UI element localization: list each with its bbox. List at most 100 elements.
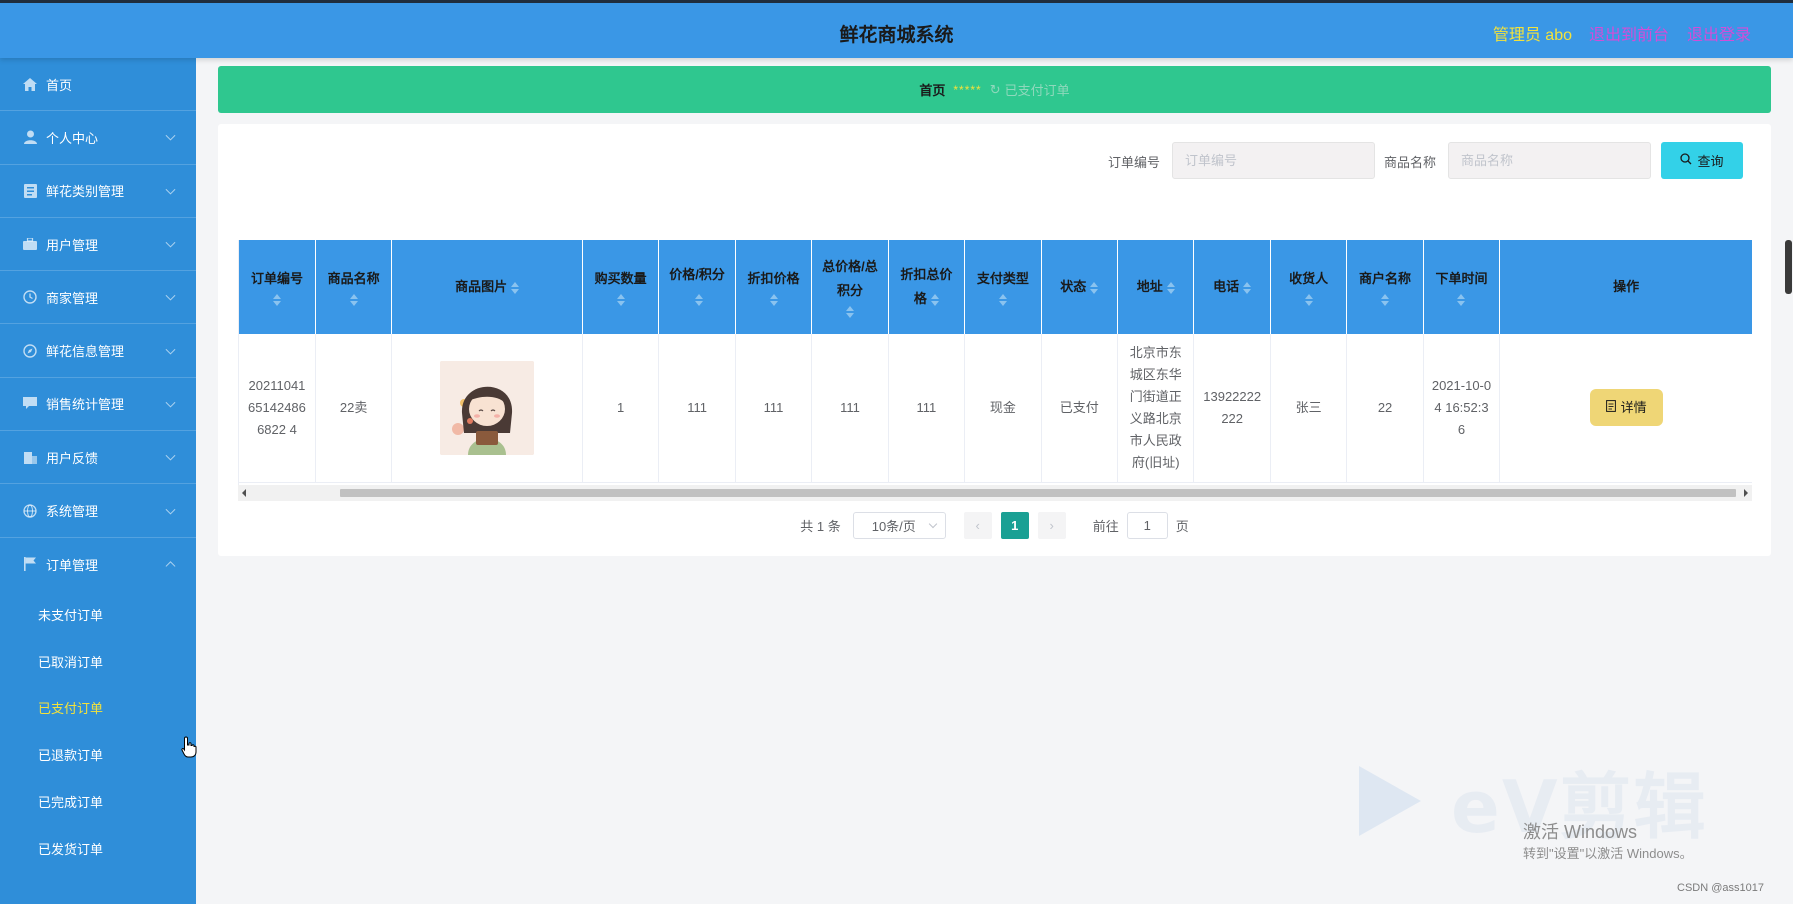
cell-quantity: 1 (582, 334, 660, 483)
page-vertical-scrollbar[interactable] (1783, 58, 1793, 904)
cell-phone: 13922222222 (1193, 334, 1271, 483)
sort-icon[interactable] (695, 293, 704, 307)
horizontal-scrollbar[interactable] (238, 485, 1752, 501)
sort-icon[interactable] (349, 293, 358, 307)
sort-icon[interactable] (1381, 293, 1390, 307)
scrollbar-thumb[interactable] (1785, 240, 1792, 294)
scroll-left-icon[interactable] (242, 489, 246, 497)
sidebar-subitem-cancelled-orders[interactable]: 已取消订单 (0, 638, 196, 685)
column-header[interactable]: 商品图片 (391, 240, 583, 334)
sidebar-subitem-refunded-orders[interactable]: 已退款订单 (0, 731, 196, 778)
column-header[interactable]: 购买数量 (582, 240, 660, 334)
column-header[interactable]: 折扣总价格 (888, 240, 966, 334)
sidebar-subitem-paid-orders[interactable]: 已支付订单 (0, 685, 196, 732)
csdn-watermark: CSDN @ass1017 (1677, 882, 1764, 894)
cell-address: 北京市东城区东华门街道正义路北京市人民政府(旧址) (1117, 334, 1195, 483)
detail-button[interactable]: 详情 (1589, 389, 1663, 427)
sidebar-item-flower-info[interactable]: 鲜花信息管理 (0, 324, 196, 378)
product-name-input[interactable] (1448, 142, 1651, 179)
sort-icon[interactable] (1304, 293, 1313, 307)
cell-order-time: 2021-10-04 16:52:36 (1423, 334, 1501, 483)
scroll-right-icon[interactable] (1744, 489, 1748, 497)
sidebar-item-flower-category[interactable]: 鲜花类别管理 (0, 165, 196, 218)
order-no-input[interactable] (1172, 142, 1375, 179)
sidebar-item-user-management[interactable]: 用户管理 (0, 218, 196, 272)
scrollbar-thumb[interactable] (340, 489, 1736, 497)
exit-to-front-link[interactable]: 退出到前台 (1589, 21, 1669, 45)
document-icon (1605, 397, 1616, 419)
cell-status: 已支付 (1041, 334, 1119, 483)
sort-icon[interactable] (511, 281, 520, 295)
sidebar-item-home[interactable]: 首页 (0, 58, 196, 112)
sort-icon[interactable] (272, 293, 281, 307)
logout-link[interactable]: 退出登录 (1687, 21, 1751, 45)
pagination-total: 共 1 条 (800, 518, 841, 534)
chevron-down-icon (165, 344, 176, 355)
sidebar-item-order-management[interactable]: 订单管理 (0, 538, 196, 591)
sidebar-item-label: 商家管理 (46, 290, 99, 306)
column-header[interactable]: 订单编号 (239, 240, 316, 334)
sort-icon[interactable] (1243, 281, 1252, 295)
sort-icon[interactable] (1166, 281, 1175, 295)
table-row: 20211041651424866822 4 22卖 1 111 111 111… (239, 334, 1752, 483)
sidebar-item-personal-center[interactable]: 个人中心 (0, 111, 196, 165)
content-card: 订单编号 商品名称 查询 订单编号 商品名称 商品图片 购买数量 价格/积分 (218, 124, 1771, 556)
sidebar-subitem-shipped-orders[interactable]: 已发货订单 (0, 825, 196, 872)
breadcrumb-home[interactable]: 首页 (919, 80, 945, 99)
play-logo-icon (1359, 765, 1421, 836)
compass-icon (22, 343, 38, 359)
column-header[interactable]: 支付类型 (964, 240, 1042, 334)
column-header[interactable]: 地址 (1117, 240, 1195, 334)
column-header[interactable]: 收货人 (1270, 240, 1348, 334)
sort-icon[interactable] (845, 305, 854, 319)
flag-icon (22, 556, 38, 572)
column-header[interactable]: 商户名称 (1346, 240, 1424, 334)
sort-icon[interactable] (1090, 281, 1099, 295)
page-number-button[interactable]: 1 (1000, 511, 1029, 539)
chevron-down-icon (165, 504, 176, 515)
pagination: 共 1 条 10条/页 ‹ 1 › 前往 页 (218, 510, 1771, 540)
sidebar-item-sales-stats[interactable]: 销售统计管理 (0, 378, 196, 432)
column-header[interactable]: 商品名称 (315, 240, 393, 334)
sidebar-item-label: 鲜花类别管理 (46, 184, 125, 200)
chevron-down-icon (165, 397, 176, 408)
column-header[interactable]: 状态 (1041, 240, 1119, 334)
goto-page-input[interactable] (1126, 511, 1168, 539)
product-name-label: 商品名称 (1384, 155, 1437, 170)
sidebar-subitem-completed-orders[interactable]: 已完成订单 (0, 778, 196, 825)
sidebar-item-label: 用户管理 (46, 237, 99, 253)
cell-receiver: 张三 (1270, 334, 1348, 483)
column-header[interactable]: 电话 (1193, 240, 1271, 334)
page-suffix: 页 (1175, 518, 1189, 534)
sort-icon[interactable] (769, 293, 778, 307)
sort-icon[interactable] (998, 293, 1007, 307)
cell-product-image (391, 334, 583, 483)
breadcrumb-current: 已支付订单 (1004, 83, 1070, 98)
sort-icon[interactable] (616, 293, 625, 307)
sidebar-item-system-management[interactable]: 系统管理 (0, 484, 196, 538)
sidebar-item-merchant-management[interactable]: 商家管理 (0, 271, 196, 325)
column-header[interactable]: 折扣价格 (735, 240, 813, 334)
column-header[interactable]: 价格/积分 (658, 240, 736, 334)
goto-label: 前往 (1092, 518, 1119, 534)
product-image (440, 360, 535, 455)
column-header[interactable]: 总价格/总积分 (811, 240, 889, 334)
sort-icon[interactable] (930, 293, 939, 307)
sidebar-item-user-feedback[interactable]: 用户反馈 (0, 431, 196, 485)
sidebar: 首页 个人中心 鲜花类别管理 用户管理 商家管理 鲜花信息管理 销售统计管理 用… (0, 58, 196, 904)
search-button-label: 查询 (1697, 154, 1724, 169)
page-size-select[interactable]: 10条/页 (852, 511, 946, 539)
search-button[interactable]: 查询 (1661, 142, 1743, 179)
next-page-button[interactable]: › (1037, 511, 1066, 539)
prev-page-button[interactable]: ‹ (963, 511, 992, 539)
breadcrumb: 首页 ***** ↻ 已支付订单 (218, 66, 1771, 113)
chevron-down-icon (928, 519, 937, 528)
cell-discount-total: 111 (888, 334, 966, 483)
cell-actions: 详情 (1499, 334, 1752, 483)
column-header[interactable]: 下单时间 (1423, 240, 1501, 334)
admin-user-label: 管理员 abo (1492, 27, 1572, 44)
building-icon (22, 449, 38, 465)
sort-icon[interactable] (1457, 293, 1466, 307)
sidebar-subitem-unpaid-orders[interactable]: 未支付订单 (0, 591, 196, 638)
cell-product-name: 22卖 (315, 334, 393, 483)
